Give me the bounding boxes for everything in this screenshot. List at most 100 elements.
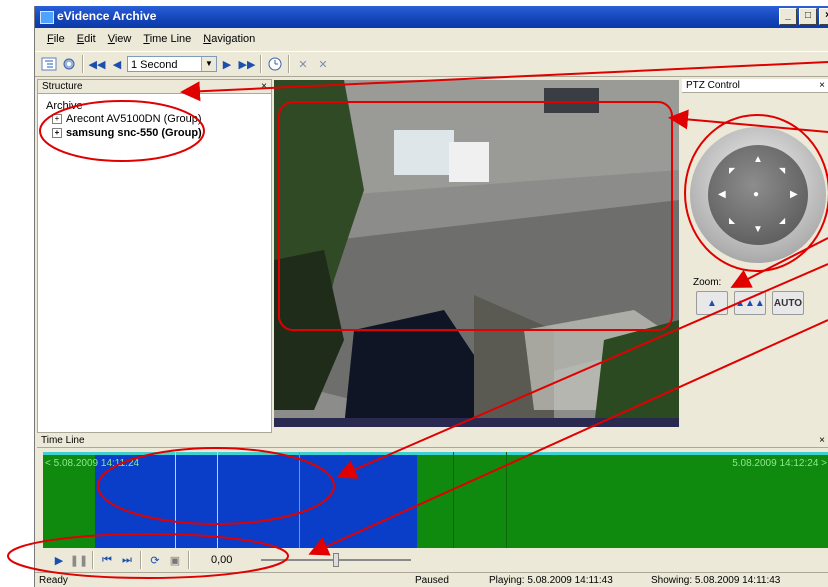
pan-up-left-icon[interactable]: ◤ — [729, 166, 735, 176]
menu-view[interactable]: View — [108, 33, 132, 45]
toolbar-separator — [82, 55, 84, 73]
pan-left-icon[interactable]: ◀ — [718, 190, 726, 200]
pan-up-icon[interactable]: ▲ — [753, 155, 763, 165]
ptz-panel: PTZ Control × ▲ ▼ ◀ ▶ ◤ ◥ ◣ ◢ ● Zoom: ▲ … — [682, 79, 828, 431]
tree-item-label: Arecont AV5100DN (Group) — [66, 113, 202, 125]
tree-item-samsung[interactable]: + samsung snc-550 (Group) — [52, 127, 202, 139]
gear-icon — [63, 58, 75, 70]
toolbar-separator — [92, 551, 94, 569]
chevron-down-icon[interactable]: ▼ — [201, 57, 216, 71]
ptz-joystick[interactable]: ▲ ▼ ◀ ▶ ◤ ◥ ◣ ◢ ● — [690, 127, 826, 263]
pan-up-right-icon[interactable]: ◥ — [779, 166, 785, 176]
skip-start-icon: ⏮ — [102, 553, 112, 566]
menu-timeline[interactable]: Time Line — [143, 33, 191, 45]
playback-value: 0,00 — [211, 554, 233, 566]
timeline-marker — [175, 452, 176, 548]
home-icon[interactable]: ● — [753, 190, 759, 200]
pan-down-icon[interactable]: ▼ — [753, 225, 763, 235]
timeline-track[interactable]: < 5.08.2009 14:11:24 5.08.2009 14:12:24 … — [43, 452, 828, 548]
goto-time-button[interactable] — [265, 55, 285, 73]
menu-file[interactable]: File — [47, 33, 65, 45]
ptz-title: PTZ Control — [686, 80, 740, 91]
timeline-cursor[interactable] — [299, 452, 300, 548]
window-controls: _ □ × — [779, 8, 828, 25]
rewind-icon: ◀◀ — [88, 58, 106, 71]
zoom-in-icon: ▲ — [707, 297, 717, 309]
step-back-button[interactable]: ◀ — [107, 55, 127, 73]
maximize-button[interactable]: □ — [799, 8, 817, 25]
toolbar-separator — [260, 55, 262, 73]
zoom-label: Zoom: — [693, 277, 722, 288]
marker-button[interactable]: ✕ — [293, 55, 313, 73]
toolbar-separator — [140, 551, 142, 569]
minimize-button[interactable]: _ — [779, 8, 797, 25]
step-forward-icon: ▶ — [222, 58, 232, 71]
structure-title: Structure — [42, 81, 83, 92]
timeline-panel: Time Line × < 5.08.2009 14:11:24 5.08.20… — [37, 434, 828, 548]
speed-value: 1 Second — [131, 59, 178, 71]
zoom-out-button[interactable]: ▲▲▲ — [734, 291, 766, 315]
skip-start-button[interactable]: ⏮ — [97, 551, 117, 569]
speed-select[interactable]: 1 Second ▼ — [127, 56, 217, 72]
volume-slider[interactable] — [261, 553, 411, 567]
tree-item-arecont[interactable]: + Arecont AV5100DN (Group) — [52, 113, 202, 125]
zoom-auto-button[interactable]: AUTO — [772, 291, 804, 315]
menu-edit[interactable]: Edit — [77, 33, 96, 45]
fast-forward-button[interactable]: ▶▶ — [237, 55, 257, 73]
playback-controls: ▶ ❚❚ ⏮ ⏭ ⟳ ▣ 0,00 — [49, 549, 411, 571]
expand-icon[interactable]: + — [52, 128, 62, 138]
ptz-header: PTZ Control × — [682, 79, 828, 93]
skip-end-icon: ⏭ — [122, 553, 132, 566]
status-state: Paused — [415, 575, 449, 586]
zoom-out-icon: ▲▲▲ — [735, 297, 765, 309]
status-ready: Ready — [39, 575, 68, 586]
zoom-in-button[interactable]: ▲ — [696, 291, 728, 315]
pause-button[interactable]: ❚❚ — [69, 551, 89, 569]
pause-icon: ❚❚ — [69, 554, 89, 567]
timeline-marker — [217, 452, 218, 548]
title-bar: eVidence Archive _ □ × — [35, 6, 828, 28]
pan-down-right-icon[interactable]: ◢ — [779, 216, 785, 226]
toolbar-separator — [288, 55, 290, 73]
timeline-end-label: 5.08.2009 14:12:24 > — [732, 458, 827, 469]
pan-down-left-icon[interactable]: ◣ — [729, 216, 735, 226]
close-icon[interactable]: × — [819, 79, 825, 93]
status-bar: Ready Paused Playing: 5.08.2009 14:11:43… — [35, 572, 828, 587]
camera-icon: ▣ — [169, 554, 181, 567]
structure-header: Structure × — [38, 80, 271, 94]
close-button[interactable]: × — [819, 8, 828, 25]
marker-remove-icon: ✕ — [318, 58, 328, 71]
toolbar: ◀◀ ◀ 1 Second ▼ ▶ ▶▶ ✕ ✕ — [35, 51, 828, 77]
expand-icon[interactable]: + — [52, 114, 62, 124]
pan-right-icon[interactable]: ▶ — [790, 190, 798, 200]
status-playing: Playing: 5.08.2009 14:11:43 — [489, 575, 613, 586]
ptz-pad: ▲ ▼ ◀ ▶ ◤ ◥ ◣ ◢ ● — [708, 145, 808, 245]
step-back-icon: ◀ — [112, 58, 122, 71]
close-icon[interactable]: × — [819, 434, 825, 448]
menu-navigation[interactable]: Navigation — [203, 33, 255, 45]
play-icon: ▶ — [54, 554, 64, 567]
video-view[interactable] — [274, 80, 679, 427]
settings-button[interactable] — [59, 55, 79, 73]
app-icon — [40, 11, 54, 24]
clock-icon — [268, 57, 282, 71]
tree-root[interactable]: Archive — [46, 100, 83, 112]
timeline-selection[interactable] — [95, 452, 417, 548]
fast-forward-icon: ▶▶ — [238, 58, 256, 71]
marker-remove-button[interactable]: ✕ — [313, 55, 333, 73]
loop-button[interactable]: ⟳ — [145, 551, 165, 569]
tree-view-button[interactable] — [39, 55, 59, 73]
close-icon[interactable]: × — [261, 80, 267, 94]
timeline-header: Time Line × — [37, 434, 828, 448]
tree-item-label: samsung snc-550 (Group) — [66, 127, 202, 139]
slider-thumb[interactable] — [333, 553, 339, 567]
loop-icon: ⟳ — [150, 554, 160, 567]
skip-end-button[interactable]: ⏭ — [117, 551, 137, 569]
step-forward-button[interactable]: ▶ — [217, 55, 237, 73]
window-title: eVidence Archive — [57, 9, 157, 23]
rewind-button[interactable]: ◀◀ — [87, 55, 107, 73]
timeline-title: Time Line — [41, 435, 85, 446]
app-window: eVidence Archive _ □ × File Edit View Ti… — [34, 6, 828, 587]
play-button[interactable]: ▶ — [49, 551, 69, 569]
snapshot-button[interactable]: ▣ — [165, 551, 185, 569]
